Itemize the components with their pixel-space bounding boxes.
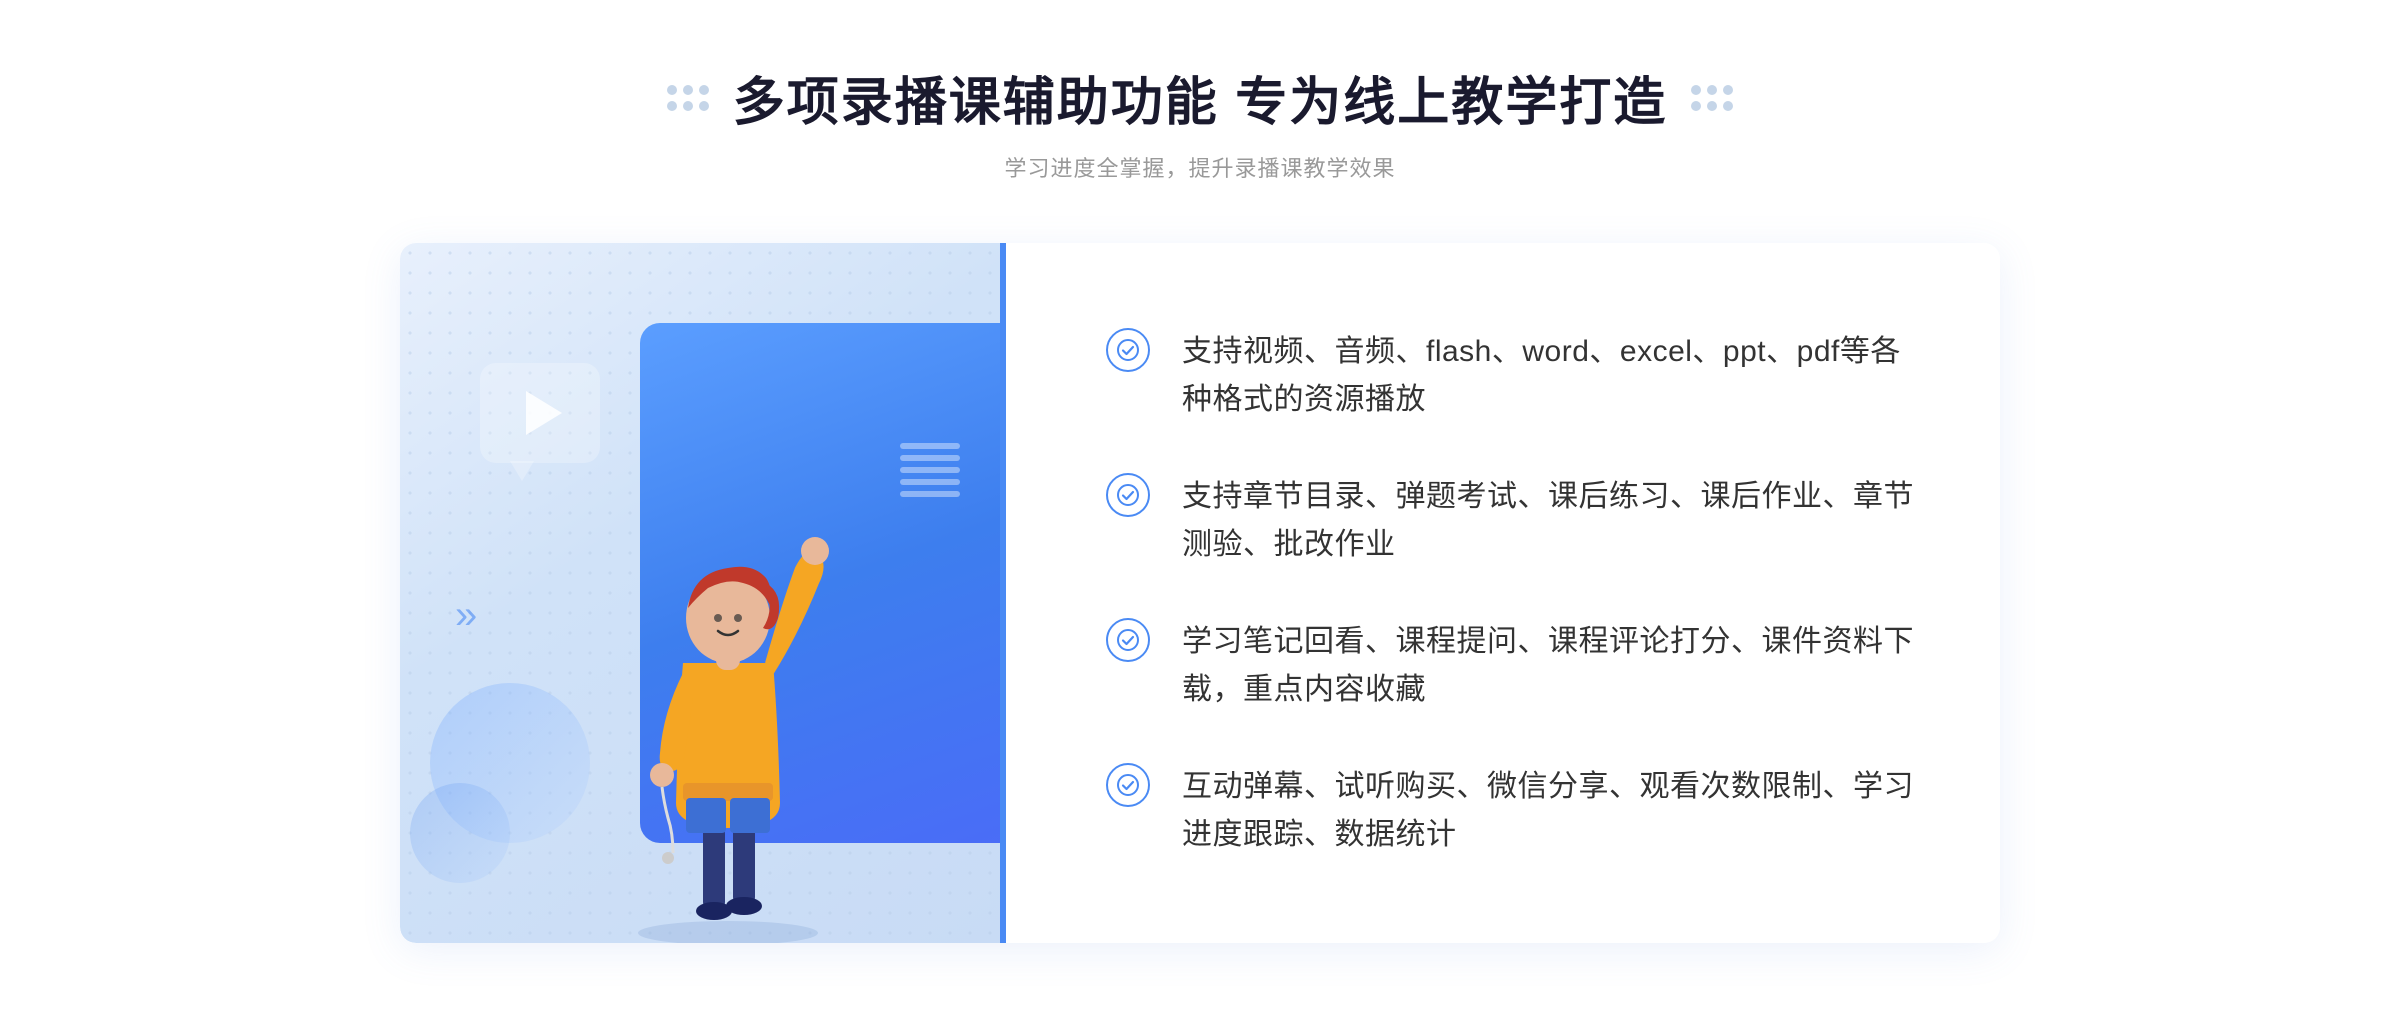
page-title: 多项录播课辅助功能 专为线上教学打造	[733, 60, 1667, 135]
illustration-panel: »	[400, 243, 1000, 943]
decorative-dots-right	[1691, 85, 1733, 111]
play-bubble	[480, 363, 600, 463]
feature-text-1: 支持视频、音频、flash、word、excel、ppt、pdf等各种格式的资源…	[1182, 328, 1920, 424]
decorative-dots-left	[667, 85, 709, 111]
person-illustration	[588, 443, 868, 943]
check-svg-3	[1116, 628, 1140, 652]
check-circle-icon-3	[1106, 618, 1150, 662]
check-svg-2	[1116, 483, 1140, 507]
feature-text-2: 支持章节目录、弹题考试、课后练习、课后作业、章节测验、批改作业	[1182, 473, 1920, 569]
feature-item-2: 支持章节目录、弹题考试、课后练习、课后作业、章节测验、批改作业	[1106, 453, 1920, 589]
check-circle-icon-2	[1106, 473, 1150, 517]
stripe-line-2	[900, 455, 960, 461]
feature-item-4: 互动弹幕、试听购买、微信分享、观看次数限制、学习进度跟踪、数据统计	[1106, 743, 1920, 879]
stripe-line-3	[900, 467, 960, 473]
feature-text-3: 学习笔记回看、课程提问、课程评论打分、课件资料下载，重点内容收藏	[1182, 618, 1920, 714]
stripe-line-4	[900, 479, 960, 485]
check-svg-1	[1116, 338, 1140, 362]
content-area: » 支持视频、音频、flash、word、excel、ppt、pdf等各种格式的…	[400, 243, 2000, 943]
feature-item-3: 学习笔记回看、课程提问、课程评论打分、课件资料下载，重点内容收藏	[1106, 598, 1920, 734]
chevron-left-icon: »	[455, 593, 477, 638]
stripe-decoration	[900, 443, 960, 523]
check-svg-4	[1116, 773, 1140, 797]
check-circle-icon-4	[1106, 763, 1150, 807]
circle-decoration-2	[410, 783, 510, 883]
check-circle-icon-1	[1106, 328, 1150, 372]
header-section: 多项录播课辅助功能 专为线上教学打造 学习进度全掌握，提升录播课教学效果	[667, 60, 1733, 183]
title-row: 多项录播课辅助功能 专为线上教学打造	[667, 60, 1733, 135]
play-icon	[526, 391, 562, 435]
feature-text-4: 互动弹幕、试听购买、微信分享、观看次数限制、学习进度跟踪、数据统计	[1182, 763, 1920, 859]
page-subtitle: 学习进度全掌握，提升录播课教学效果	[1004, 151, 1395, 183]
stripe-line-1	[900, 443, 960, 449]
page-container: 多项录播课辅助功能 专为线上教学打造 学习进度全掌握，提升录播课教学效果	[0, 0, 2400, 1023]
feature-item-1: 支持视频、音频、flash、word、excel、ppt、pdf等各种格式的资源…	[1106, 308, 1920, 444]
stripe-line-5	[900, 491, 960, 497]
features-panel: 支持视频、音频、flash、word、excel、ppt、pdf等各种格式的资源…	[1000, 243, 2000, 943]
